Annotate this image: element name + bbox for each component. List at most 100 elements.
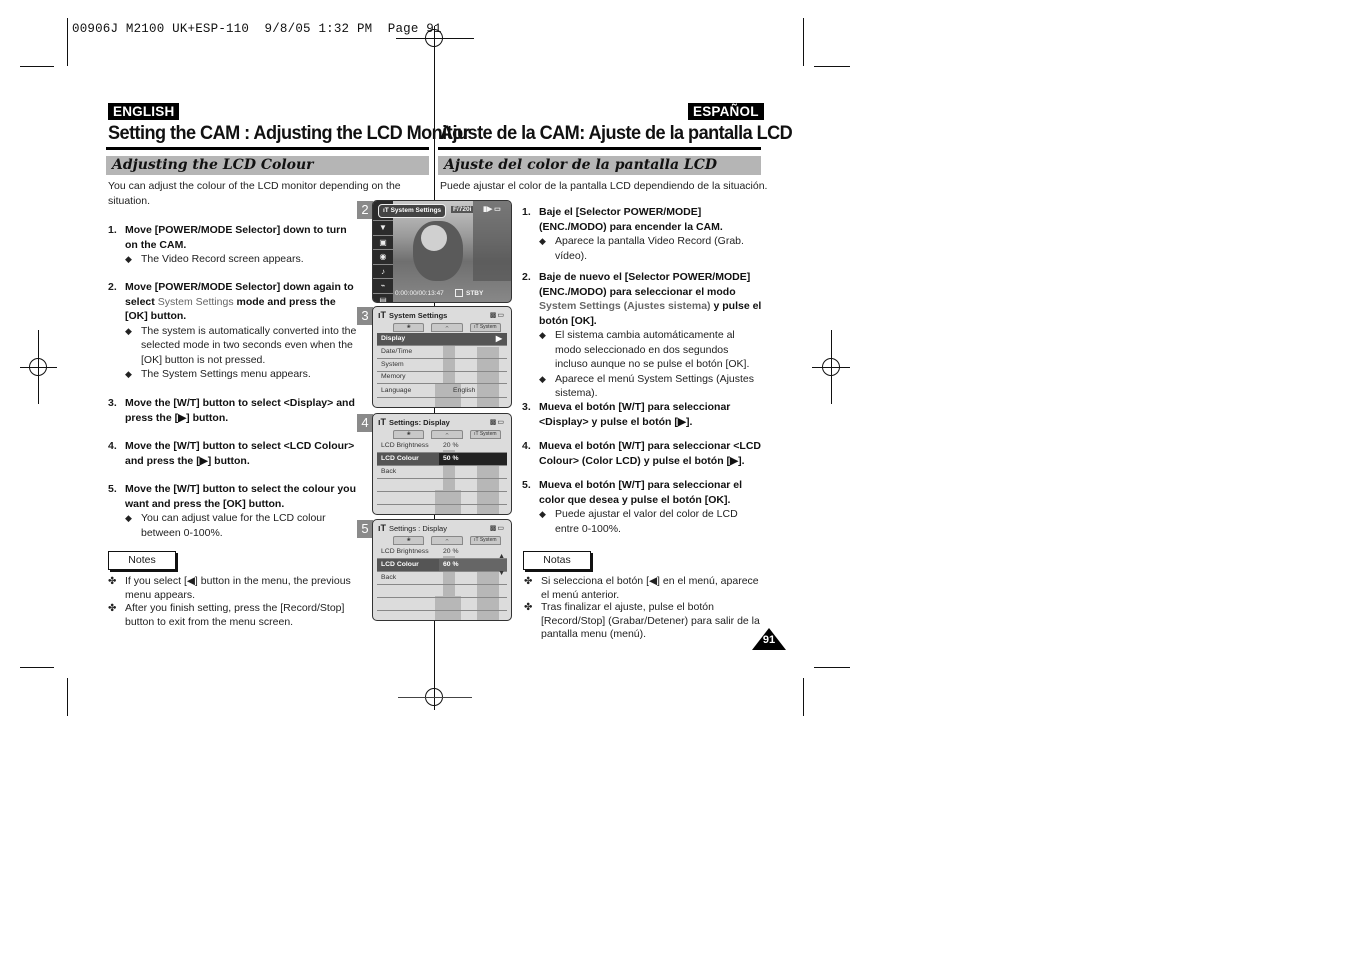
tab-playback[interactable]: ⌢ — [431, 536, 463, 545]
battery-icon: ▩▭ — [489, 419, 505, 426]
step-2-english: 2. Move [POWER/MODE Selector] down again… — [108, 280, 360, 382]
colour-value: 50 % — [439, 453, 507, 465]
step-1-english: 1. Move [POWER/MODE Selector] down to tu… — [108, 223, 360, 267]
colour-value: 60 % — [439, 559, 507, 571]
lcd-screen-settings-display-50: ıT Settings: Display ▩▭ ❀ ⌢ ıT System LCD… — [372, 413, 512, 515]
tab-playback[interactable]: ⌢ — [431, 430, 463, 439]
slug-underline — [396, 38, 474, 39]
menu-item-display[interactable]: Display ▶ — [377, 333, 507, 346]
step-bullet: El sistema cambia automáticamente al mod… — [539, 328, 762, 372]
system-settings-pill[interactable]: ıT System Settings — [378, 204, 447, 218]
menu-item-memory[interactable]: Memory — [377, 371, 507, 384]
settings-icon: ıT — [378, 417, 386, 427]
menu-item-lcd-brightness[interactable]: LCD Brightness 20 % — [377, 440, 507, 453]
page-title-spanish: Ajuste de la CAM: Ajuste de la pantalla … — [440, 122, 793, 144]
step-number: 3. — [108, 397, 117, 409]
step-2-spanish: 2. Baje de nuevo el [Selector POWER/MODE… — [522, 270, 762, 401]
step-bullet: You can adjust value for the LCD colour … — [125, 511, 360, 540]
step-number: 4. — [108, 440, 117, 452]
resolution-indicator: F/720i — [451, 206, 474, 213]
step-bullet: Aparece la pantalla Video Record (Grab. … — [539, 234, 762, 263]
menu-item-lcd-colour[interactable]: LCD Colour 60 % — [377, 559, 507, 572]
section-heading-english: Adjusting the LCD Colour — [106, 156, 429, 175]
intro-text-spanish: Puede ajustar el color de la pantalla LC… — [440, 180, 768, 192]
note-2-spanish: ✤ Tras finalizar el ajuste, pulse el bot… — [524, 601, 760, 640]
tab-playback[interactable]: ⌢ — [431, 323, 463, 332]
menu-item-empty — [377, 479, 507, 492]
registration-mark — [812, 367, 850, 368]
registration-mark — [20, 367, 57, 368]
tab-system[interactable]: ıT System — [469, 430, 501, 439]
step-number: 1. — [522, 206, 531, 218]
language-tag-spanish: ESPAÑOL — [688, 103, 764, 120]
step-4-english: 4. Move the [W/T] button to select <LCD … — [108, 439, 360, 468]
step-heading: Move [POWER/MODE Selector] down to turn … — [125, 224, 347, 251]
settings-icon: ıT — [378, 310, 386, 320]
down-arrow-icon[interactable]: ▼ — [373, 221, 393, 236]
page-number: 91 — [762, 634, 776, 646]
screen-header: ıT Settings: Display — [378, 417, 450, 427]
battery-icon: ▩▭ — [489, 312, 505, 319]
menu-tabs: ❀ ⌢ ıT System — [393, 536, 501, 545]
brightness-value: 20 % — [443, 548, 459, 555]
screen-header: ıT Settings : Display — [378, 523, 447, 533]
tab-camera[interactable]: ❀ — [393, 430, 425, 439]
step-number: 3. — [522, 401, 531, 413]
menu-item-lcd-brightness[interactable]: LCD Brightness 20 % — [377, 546, 507, 559]
lcd-screen-settings-display-60: ıT Settings : Display ▩▭ ❀ ⌢ ıT System LC… — [372, 519, 512, 621]
step-1-spanish: 1. Baje el [Selector POWER/MODE] (ENC./M… — [522, 205, 762, 263]
settings-icon: ıT — [383, 207, 391, 214]
step-number: 1. — [108, 224, 117, 236]
menu-item-system[interactable]: System — [377, 359, 507, 372]
video-camera-icon[interactable]: ▣ — [373, 236, 393, 250]
note-1-spanish: ✤ Si selecciona el botón [◀] en el menú,… — [524, 575, 759, 601]
tab-system[interactable]: ıT System — [469, 323, 501, 332]
up-arrow-icon[interactable]: ▲ — [498, 553, 505, 560]
menu-item-back[interactable]: Back — [377, 466, 507, 479]
mode-highlight: System Settings — [157, 295, 234, 308]
menu-item-date-time[interactable]: Date/Time — [377, 346, 507, 359]
menu-item-lcd-colour[interactable]: LCD Colour 50 % — [377, 453, 507, 466]
camera-icon[interactable]: ◉ — [373, 250, 393, 265]
tab-system[interactable]: ıT System — [469, 536, 501, 545]
print-slug: 00906J M2100 UK+ESP-110 9/8/05 1:32 PM P… — [72, 22, 442, 36]
crop-mark — [814, 66, 850, 67]
note-2-english: ✤ After you finish setting, press the [R… — [108, 602, 345, 628]
step-bullet: The System Settings menu appears. — [125, 367, 360, 382]
menu-tabs: ❀ ⌢ ıT System — [393, 430, 501, 439]
step-heading: Move the [W/T] button to select the colo… — [125, 483, 356, 510]
title-rule — [438, 147, 761, 150]
menu-item-empty — [377, 598, 507, 611]
step-number: 2. — [522, 271, 531, 283]
lcd-screen-system-settings: ıT System Settings ▩▭ ❀ ⌢ ıT System Displ… — [372, 306, 512, 408]
crop-mark — [803, 678, 804, 716]
menu-tabs: ❀ ⌢ ıT System — [393, 323, 501, 332]
file-icon[interactable]: ▤ — [373, 294, 393, 303]
menu-item-empty — [377, 492, 507, 505]
screen-number: 3 — [357, 307, 373, 325]
step-3-spanish: 3. Mueva el botón [W/T] para seleccionar… — [522, 400, 762, 429]
note-bullet-icon: ✤ — [524, 576, 533, 587]
crop-mark — [20, 66, 54, 67]
menu-item-back[interactable]: Back — [377, 572, 507, 585]
menu-item-language[interactable]: Language English — [377, 385, 507, 398]
lcd-screen-video-record: ▼ ▣ ◉ ♪ ⌁ ▤ ıT System Settings F/720i ▮▶… — [372, 200, 512, 303]
note-bullet-icon: ✤ — [108, 603, 117, 614]
microphone-icon[interactable]: ⌁ — [373, 279, 393, 294]
step-bullet: Aparece el menú System Settings (Ajustes… — [539, 372, 762, 401]
battery-icon: ▮▶ ▭ — [483, 206, 501, 213]
note-1-english: ✤ If you select [◀] button in the menu, … — [108, 575, 351, 601]
screen-number: 4 — [357, 414, 373, 432]
page-title-english: Setting the CAM : Adjusting the LCD Moni… — [108, 122, 470, 144]
crop-mark — [803, 18, 804, 66]
tab-camera[interactable]: ❀ — [393, 323, 425, 332]
record-frame-icon — [455, 289, 463, 297]
notes-label-english: Notes — [108, 551, 176, 570]
settings-icon: ıT — [378, 523, 386, 533]
crop-mark — [20, 667, 54, 668]
step-bullet: The system is automatically converted in… — [125, 324, 360, 368]
menu-item-empty — [377, 585, 507, 598]
music-note-icon[interactable]: ♪ — [373, 265, 393, 279]
tab-camera[interactable]: ❀ — [393, 536, 425, 545]
notes-label-spanish: Notas — [523, 551, 591, 570]
